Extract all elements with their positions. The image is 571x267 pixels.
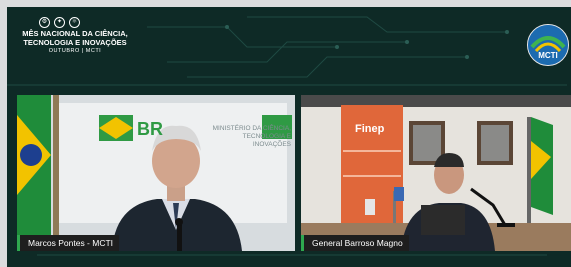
participant-name-tag: General Barroso Magno [301,235,409,251]
mcti-badge: MCTI [527,24,569,66]
participant-video-feed [301,95,571,251]
event-icons: ⚙ ✦ ⚛ [39,17,131,29]
atom-icon: ⚛ [69,17,80,28]
lightbulb-icon: ✦ [54,17,65,28]
finep-banner-text: Finep [355,123,385,135]
event-logo: ⚙ ✦ ⚛ MÊS NACIONAL DA CIÊNCIA, TECNOLOGI… [19,17,131,69]
backdrop-brand-text: BR [137,119,163,139]
participant-video-tile[interactable]: Finep General Barroso Magno [301,95,571,251]
mcti-badge-label: MCTI [538,51,558,60]
participant-video-tile[interactable]: MINISTÉRIO DA CIÊNCIA, TECNOLOGIA E INOV… [17,95,295,251]
event-title: MÊS NACIONAL DA CIÊNCIA, TECNOLOGIA E IN… [22,29,128,47]
backdrop-ministry-text: MINISTÉRIO DA CIÊNCIA, TECNOLOGIA E INOV… [212,125,291,148]
video-conference-frame: ⚙ ✦ ⚛ MÊS NACIONAL DA CIÊNCIA, TECNOLOGI… [7,7,571,267]
gear-icon: ⚙ [39,17,50,28]
participant-name-tag: Marcos Pontes - MCTI [17,235,120,251]
event-subtitle: OUTUBRO | MCTI [48,48,102,54]
